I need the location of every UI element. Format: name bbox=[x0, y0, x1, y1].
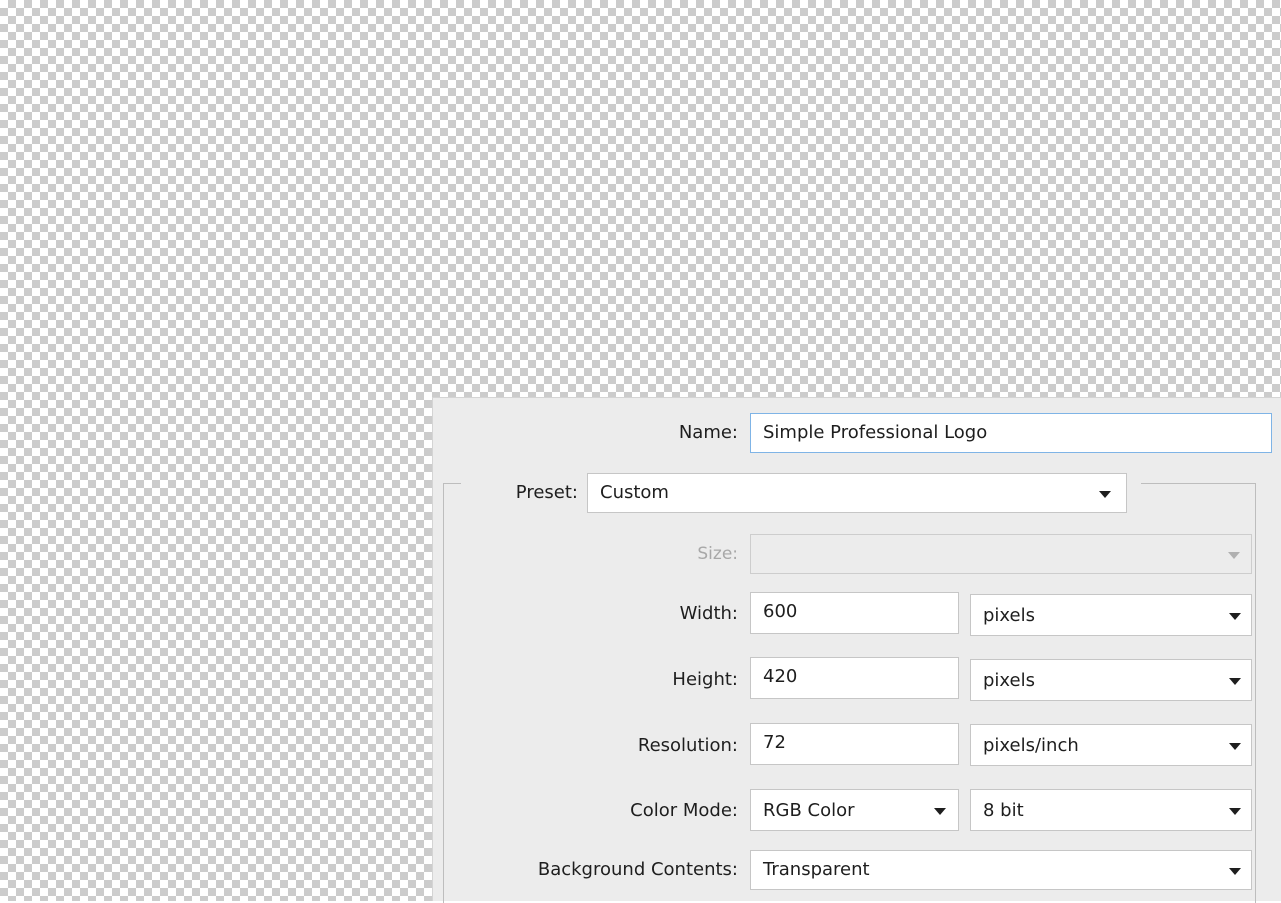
bit-depth-value: 8 bit bbox=[983, 800, 1024, 821]
preset-group-border-left bbox=[443, 483, 444, 903]
chevron-down-icon bbox=[1229, 613, 1241, 620]
preset-label: Preset: bbox=[515, 482, 578, 503]
height-label: Height: bbox=[672, 669, 738, 690]
width-unit-value: pixels bbox=[983, 605, 1035, 626]
name-label: Name: bbox=[678, 422, 738, 443]
chevron-down-icon bbox=[1229, 678, 1241, 685]
bit-depth-dropdown[interactable]: 8 bit bbox=[970, 789, 1252, 831]
resolution-unit-dropdown[interactable]: pixels/inch bbox=[970, 724, 1252, 766]
name-input[interactable]: Simple Professional Logo bbox=[750, 413, 1272, 453]
background-contents-value: Transparent bbox=[763, 859, 870, 880]
width-unit-dropdown[interactable]: pixels bbox=[970, 594, 1252, 636]
height-input[interactable]: 420 bbox=[750, 657, 959, 699]
background-contents-dropdown[interactable]: Transparent bbox=[750, 850, 1252, 890]
chevron-down-icon bbox=[1229, 808, 1241, 815]
preset-group-border-top-right bbox=[1141, 483, 1256, 484]
preset-group-border-right bbox=[1255, 483, 1256, 903]
resolution-unit-value: pixels/inch bbox=[983, 735, 1079, 756]
preset-group-border-top-left bbox=[443, 483, 461, 484]
width-input[interactable]: 600 bbox=[750, 592, 959, 634]
new-document-dialog: Name: Simple Professional Logo Preset: C… bbox=[432, 397, 1281, 903]
width-label: Width: bbox=[679, 603, 738, 624]
chevron-down-icon bbox=[1099, 491, 1111, 498]
chevron-down-icon bbox=[1229, 868, 1241, 875]
background-contents-label: Background Contents: bbox=[537, 859, 738, 880]
height-unit-dropdown[interactable]: pixels bbox=[970, 659, 1252, 701]
color-mode-value: RGB Color bbox=[763, 800, 855, 821]
resolution-label: Resolution: bbox=[637, 735, 738, 756]
preset-dropdown[interactable]: Custom bbox=[587, 473, 1127, 513]
size-dropdown[interactable] bbox=[750, 534, 1252, 574]
preset-value: Custom bbox=[600, 482, 669, 503]
height-unit-value: pixels bbox=[983, 670, 1035, 691]
color-mode-label: Color Mode: bbox=[630, 800, 738, 821]
resolution-input[interactable]: 72 bbox=[750, 723, 959, 765]
chevron-down-icon bbox=[934, 808, 946, 815]
chevron-down-icon bbox=[1229, 743, 1241, 750]
size-label: Size: bbox=[697, 544, 738, 564]
color-mode-dropdown[interactable]: RGB Color bbox=[750, 789, 959, 831]
chevron-down-icon bbox=[1228, 552, 1240, 559]
